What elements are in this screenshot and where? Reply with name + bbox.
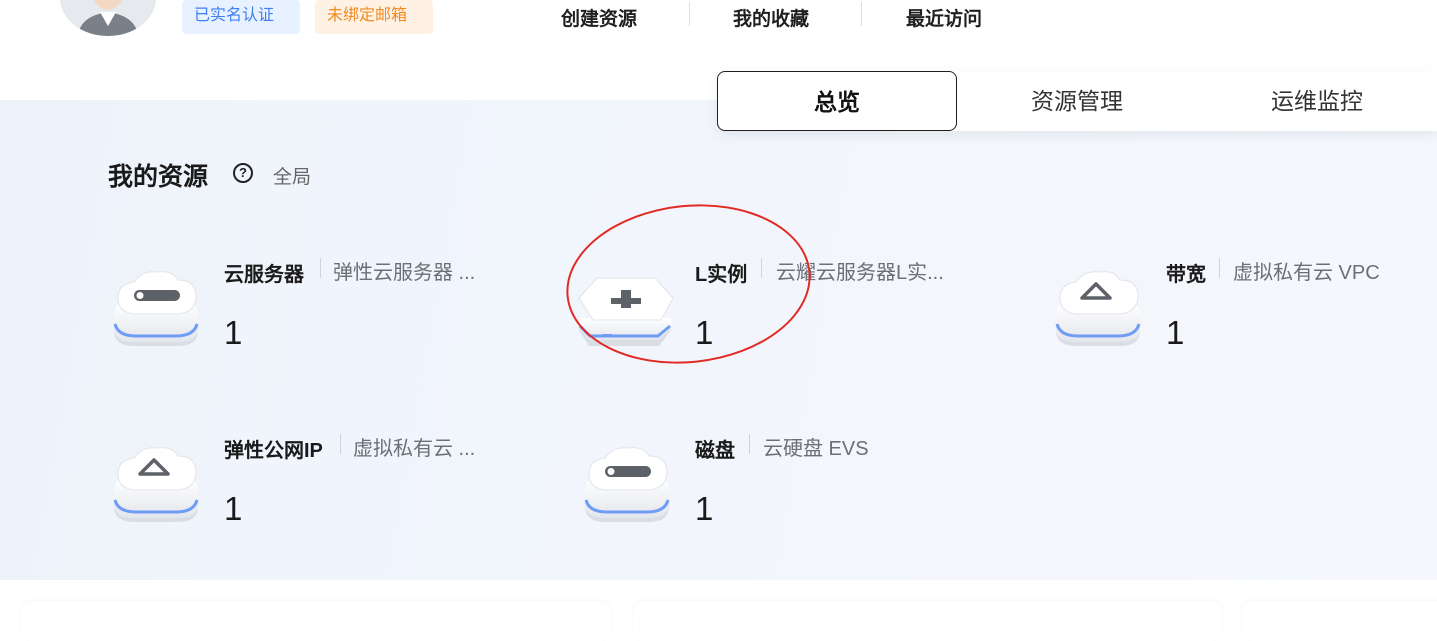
resource-card-cloud-server[interactable]: 云服务器 弹性云服务器 ... 1 <box>104 244 544 364</box>
resource-desc: 虚拟私有云 VPC <box>1233 262 1380 284</box>
scope-selector[interactable]: 全局 <box>273 162 311 189</box>
resource-name: 磁盘 <box>695 440 735 462</box>
tab-resource-management[interactable]: 资源管理 <box>957 71 1197 131</box>
resource-count: 1 <box>695 490 714 527</box>
resource-count: 1 <box>224 490 243 527</box>
user-avatar[interactable] <box>60 0 156 36</box>
resource-count: 1 <box>224 314 243 351</box>
divider <box>340 434 341 454</box>
resource-name: 带宽 <box>1166 264 1206 286</box>
divider <box>320 258 321 278</box>
question-circle-icon[interactable]: ? <box>233 163 253 183</box>
eip-icon <box>104 440 208 526</box>
bottom-card <box>1243 601 1437 641</box>
resource-name: 云服务器 <box>224 264 304 286</box>
verified-badge[interactable]: 已实名认证 <box>182 0 300 34</box>
divider <box>689 2 690 26</box>
resource-desc: 弹性云服务器 ... <box>333 262 476 284</box>
divider <box>861 2 862 26</box>
resource-desc: 虚拟私有云 ... <box>353 438 476 460</box>
tab-bar: 总览 资源管理 运维监控 <box>717 71 1437 131</box>
cloud-server-icon <box>104 264 208 350</box>
resource-name: 弹性公网IP <box>224 440 323 462</box>
bottom-card <box>22 601 610 641</box>
bottom-card <box>633 601 1221 641</box>
bandwidth-icon <box>1046 264 1150 350</box>
tab-ops-monitoring[interactable]: 运维监控 <box>1197 71 1437 131</box>
my-favorites-link[interactable]: 我的收藏 <box>733 4 809 31</box>
tab-overview[interactable]: 总览 <box>717 71 957 131</box>
disk-icon <box>575 440 679 526</box>
divider <box>1219 258 1220 278</box>
resource-card-disk[interactable]: 磁盘 云硬盘 EVS 1 <box>575 420 1015 540</box>
resource-count: 1 <box>1166 314 1185 351</box>
recent-visits-link[interactable]: 最近访问 <box>906 4 982 31</box>
avatar-icon <box>60 0 156 36</box>
resource-desc: 云硬盘 EVS <box>763 438 869 460</box>
resources-title: 我的资源 <box>108 163 209 191</box>
resource-card-eip[interactable]: 弹性公网IP 虚拟私有云 ... 1 <box>104 420 544 540</box>
create-resource-link[interactable]: 创建资源 <box>561 4 637 31</box>
divider <box>749 434 750 454</box>
email-unbound-badge[interactable]: 未绑定邮箱 <box>315 0 433 34</box>
resource-card-bandwidth[interactable]: 带宽 虚拟私有云 VPC 1 <box>1046 244 1437 364</box>
